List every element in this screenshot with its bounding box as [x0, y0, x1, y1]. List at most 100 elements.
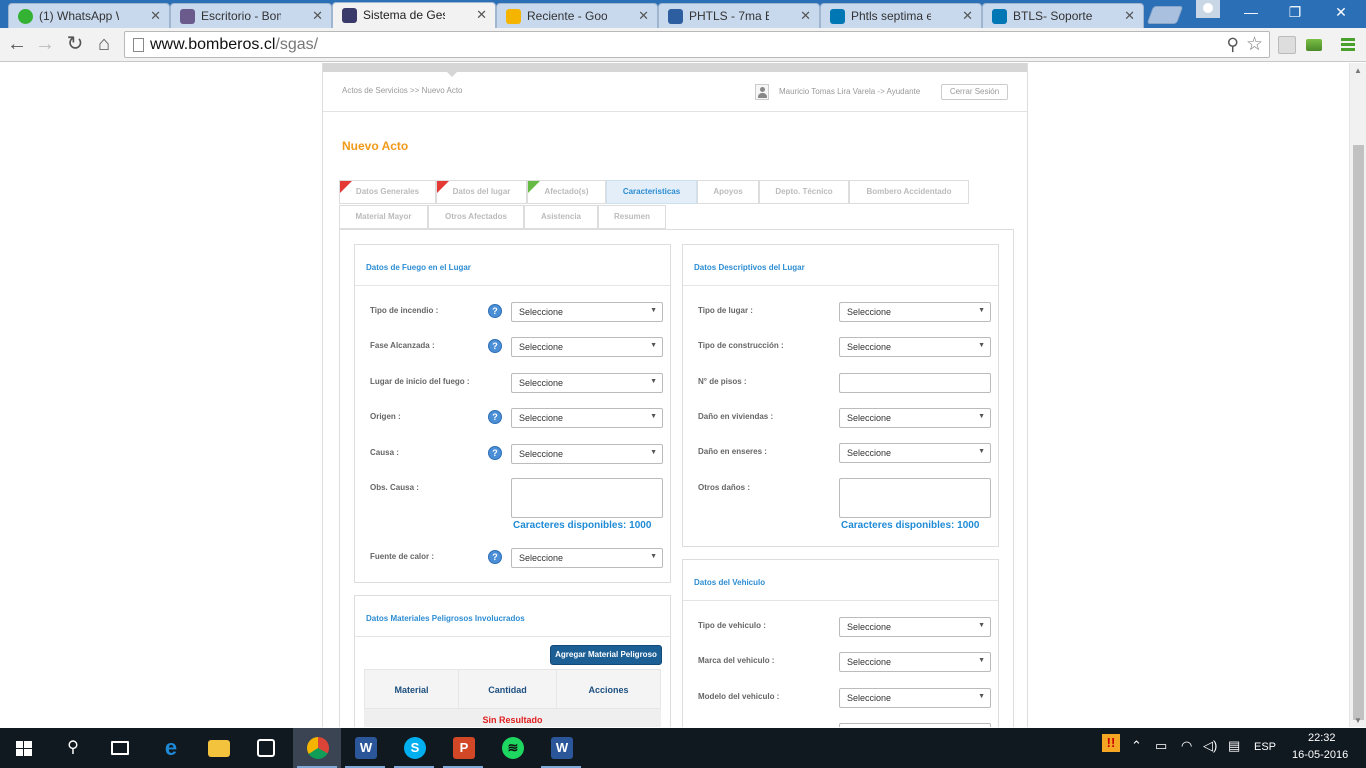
notification-warning-icon[interactable]: !! — [1102, 734, 1120, 752]
add-material-button[interactable]: Agregar Material Peligroso — [550, 645, 662, 665]
profile-icon[interactable] — [1196, 0, 1220, 18]
chrome-menu-icon[interactable] — [1341, 38, 1355, 53]
tab-bombero-accidentado[interactable]: Bombero Accidentado — [849, 180, 969, 204]
next-vehiculo-select[interactable] — [839, 723, 991, 727]
modelo-vehiculo-select[interactable]: Seleccione ▼ — [839, 688, 991, 708]
dano-viviendas-select[interactable]: Seleccione ▼ — [839, 408, 991, 428]
taskbar-chrome[interactable] — [293, 728, 341, 768]
wifi-icon[interactable]: ◠ — [1181, 738, 1192, 754]
help-icon[interactable]: ? — [488, 339, 502, 353]
taskbar-edge[interactable]: e — [146, 728, 194, 768]
dano-enseres-select[interactable]: Seleccione ▼ — [839, 443, 991, 463]
search-button[interactable]: ⚲ — [48, 728, 96, 768]
help-icon[interactable]: ? — [488, 304, 502, 318]
tipo-vehiculo-select[interactable]: Seleccione ▼ — [839, 617, 991, 637]
dropdown-arrow-icon: ▼ — [978, 448, 985, 455]
column-header[interactable]: Cantidad — [459, 670, 557, 710]
column-header[interactable]: Acciones — [557, 670, 660, 710]
taskbar-skype[interactable]: S — [390, 728, 438, 768]
taskbar-word[interactable]: W — [341, 728, 389, 768]
scrollbar-thumb[interactable] — [1353, 145, 1364, 720]
causa-select[interactable]: Seleccione ▼ — [511, 444, 663, 464]
tray-expand-icon[interactable]: ⌃ — [1131, 738, 1142, 754]
tab-caracteristicas[interactable]: Caracteristicas — [606, 180, 697, 204]
fuente-calor-select[interactable]: Seleccione ▼ — [511, 548, 663, 568]
back-icon[interactable]: ← — [4, 32, 30, 58]
forward-icon[interactable]: → — [32, 32, 58, 58]
minimize-icon[interactable]: — — [1228, 2, 1274, 24]
close-tab-icon[interactable]: ✕ — [962, 8, 973, 24]
address-bar[interactable]: www.bomberos.cl/sgas/ ⚲ ☆ — [124, 31, 1270, 58]
tipo-incendio-select[interactable]: Seleccione ▼ — [511, 302, 663, 322]
tab-resumen[interactable]: Resumen — [598, 205, 666, 229]
extension-icon[interactable] — [1306, 39, 1322, 51]
scroll-down-icon[interactable]: ▼ — [1354, 716, 1362, 725]
lugar-inicio-select[interactable]: Seleccione ▼ — [511, 373, 663, 393]
tab-datos-del-lugar[interactable]: Datos del lugar — [436, 180, 527, 204]
help-icon[interactable]: ? — [488, 446, 502, 460]
zoom-icon[interactable]: ⚲ — [1227, 35, 1239, 55]
browser-tab[interactable]: BTLS- Soporte vital ✕ — [982, 3, 1144, 28]
otros-danos-textarea[interactable] — [839, 478, 991, 518]
extension-icon[interactable] — [1278, 36, 1296, 54]
browser-tab[interactable]: (1) WhatsApp Web ✕ — [8, 3, 170, 28]
column-header[interactable]: Material — [365, 670, 459, 710]
tab-afectados[interactable]: Afectado(s) — [527, 180, 606, 204]
taskbar-word-2[interactable]: W — [537, 728, 585, 768]
browser-tab[interactable]: Phtls septima edicio ✕ — [820, 3, 982, 28]
volume-icon[interactable]: ◁) — [1203, 738, 1217, 754]
home-icon[interactable]: ⌂ — [91, 32, 117, 58]
tipo-lugar-select[interactable]: Seleccione ▼ — [839, 302, 991, 322]
tab-apoyos[interactable]: Apoyos — [697, 180, 759, 204]
tab-datos-generales[interactable]: Datos Generales — [339, 180, 436, 204]
browser-tab[interactable]: PHTLS - 7ma Edición ✕ — [658, 3, 820, 28]
tab-depto-tecnico[interactable]: Depto. Técnico — [759, 180, 849, 204]
tab-material-mayor[interactable]: Material Mayor — [339, 205, 428, 229]
close-tab-icon[interactable]: ✕ — [638, 8, 649, 24]
bookmark-star-icon[interactable]: ☆ — [1246, 33, 1263, 56]
close-tab-icon[interactable]: ✕ — [1124, 8, 1135, 24]
start-button[interactable] — [0, 728, 48, 768]
close-tab-icon[interactable]: ✕ — [150, 8, 161, 24]
close-tab-icon[interactable]: ✕ — [800, 8, 811, 24]
restore-icon[interactable]: ❐ — [1272, 2, 1318, 24]
task-view-button[interactable] — [96, 728, 144, 768]
tipo-construccion-select[interactable]: Seleccione ▼ — [839, 337, 991, 357]
help-icon[interactable]: ? — [488, 410, 502, 424]
tab-label: Datos Generales — [355, 187, 420, 196]
tab-otros-afectados[interactable]: Otros Afectados — [428, 205, 524, 229]
clock-date[interactable]: 16-05-2016 — [1292, 749, 1348, 761]
reload-icon[interactable]: ↻ — [62, 32, 88, 58]
scrollbar[interactable]: ▲ ▼ — [1349, 63, 1366, 727]
browser-tab[interactable]: Escritorio - Bombero ✕ — [170, 3, 332, 28]
browser-tab[interactable]: Reciente - Google D ✕ — [496, 3, 658, 28]
tab-asistencia[interactable]: Asistencia — [524, 205, 598, 229]
close-tab-icon[interactable]: ✕ — [476, 7, 487, 23]
close-tab-icon[interactable]: ✕ — [312, 8, 323, 24]
fase-alcanzada-select[interactable]: Seleccione ▼ — [511, 337, 663, 357]
browser-tab-active[interactable]: Sistema de Gestión d ✕ — [332, 2, 496, 28]
tab-label: Depto. Técnico — [775, 187, 833, 196]
num-pisos-input[interactable] — [839, 373, 991, 393]
store-icon — [257, 739, 275, 757]
marca-vehiculo-select[interactable]: Seleccione ▼ — [839, 652, 991, 672]
taskbar-explorer[interactable] — [194, 728, 242, 768]
origen-select[interactable]: Seleccione ▼ — [511, 408, 663, 428]
language-indicator[interactable]: ESP — [1254, 741, 1276, 753]
logout-button[interactable]: Cerrar Sesión — [941, 84, 1008, 100]
windows-taskbar: ⚲ e W S P ≋ W !! ⌃ ▭ ◠ ◁) ▤ ESP 22:32 16… — [0, 728, 1366, 768]
close-window-icon[interactable]: ✕ — [1318, 2, 1364, 24]
battery-icon[interactable]: ▭ — [1155, 738, 1167, 754]
taskbar-spotify[interactable]: ≋ — [488, 728, 536, 768]
action-center-icon[interactable]: ▤ — [1228, 738, 1240, 754]
obs-causa-textarea[interactable] — [511, 478, 663, 518]
divider — [355, 285, 670, 286]
help-icon[interactable]: ? — [488, 550, 502, 564]
clock-time[interactable]: 22:32 — [1308, 732, 1336, 744]
top-bar — [323, 63, 1027, 72]
taskbar-powerpoint[interactable]: P — [439, 728, 487, 768]
new-tab-button[interactable] — [1146, 6, 1184, 24]
url-text[interactable]: www.bomberos.cl/sgas/ — [150, 36, 318, 54]
scroll-up-icon[interactable]: ▲ — [1354, 66, 1362, 75]
taskbar-store[interactable] — [242, 728, 290, 768]
